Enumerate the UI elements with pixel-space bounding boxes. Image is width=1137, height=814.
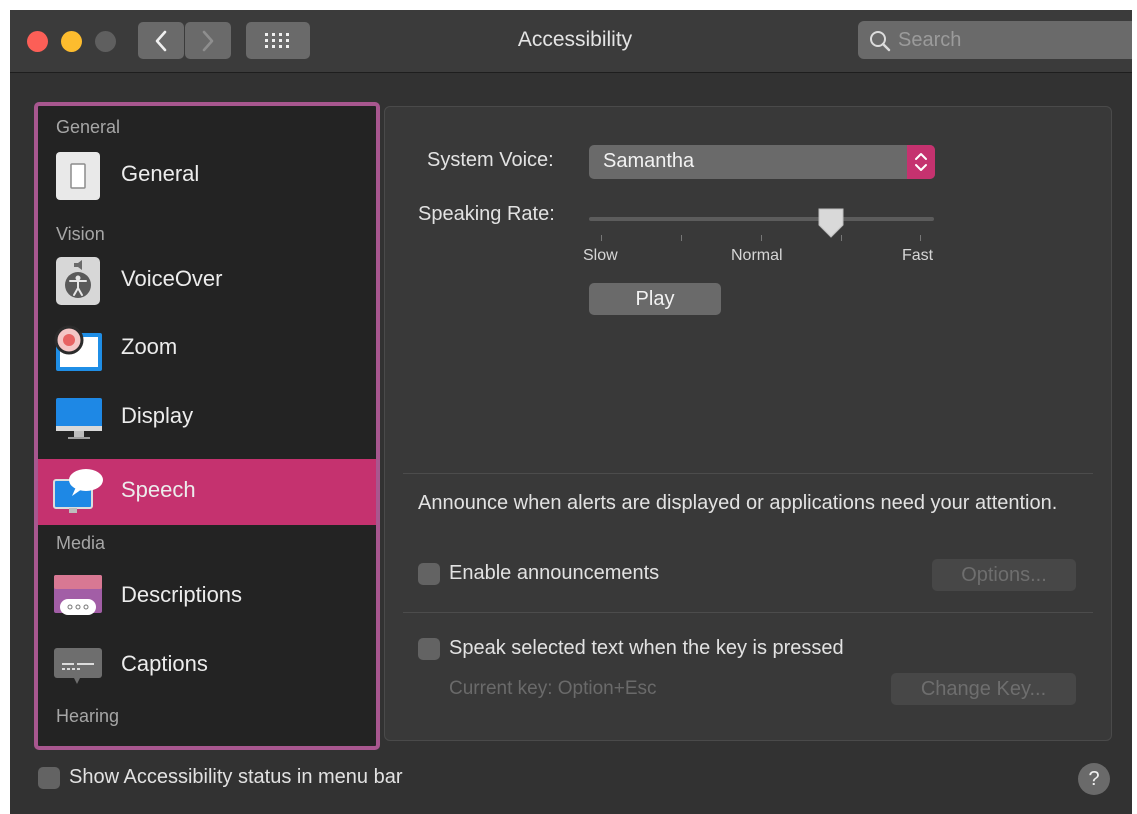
section-label-vision: Vision: [56, 224, 105, 244]
sidebar-item-speech[interactable]: Speech: [38, 459, 376, 525]
slider-tick: [601, 235, 602, 241]
sidebar-item-zoom[interactable]: Zoom: [38, 316, 376, 382]
show-all-button[interactable]: [246, 22, 310, 59]
separator: [403, 473, 1093, 474]
popup-arrows-icon: [907, 145, 935, 179]
preferences-window: Accessibility Search General General Vis…: [10, 10, 1132, 814]
speaking-rate-label: Speaking Rate:: [418, 203, 555, 225]
section-label-media: Media: [56, 533, 106, 553]
sidebar-item-captions[interactable]: Captions: [38, 633, 376, 699]
sidebar-item-label: General: [121, 161, 200, 186]
chevron-right-icon: [202, 30, 214, 51]
zoom-window-button[interactable]: [95, 31, 116, 52]
section-label-general: General: [56, 117, 121, 137]
system-voice-popup[interactable]: Samantha: [589, 145, 935, 179]
play-button[interactable]: Play: [589, 283, 721, 315]
rate-fast-label: Fast: [902, 247, 934, 264]
search-placeholder: Search: [898, 29, 962, 51]
rate-slow-label: Slow: [583, 247, 618, 264]
sidebar-item-general[interactable]: General: [38, 143, 376, 209]
slider-tick: [681, 235, 682, 241]
current-key-label: Current key: Option+Esc: [449, 678, 657, 699]
speech-settings-pane: System Voice: Samantha Speaking Rate: Sl…: [384, 106, 1112, 741]
sidebar-item-descriptions[interactable]: Descriptions: [38, 564, 376, 630]
speech-icon: [53, 469, 103, 513]
window-title: Accessibility: [517, 28, 633, 51]
zoom-icon: [54, 325, 102, 371]
announce-description: Announce when alerts are displayed or ap…: [418, 492, 1058, 514]
show-status-in-menu-bar-checkbox[interactable]: [38, 767, 60, 789]
grid-icon: [265, 32, 289, 48]
section-label-hearing: Hearing: [56, 706, 120, 726]
speak-selected-text-label: Speak selected text when the key is pres…: [449, 637, 844, 659]
sidebar-item-label: Display: [121, 403, 194, 428]
help-button[interactable]: ?: [1078, 763, 1110, 795]
category-sidebar[interactable]: General General Vision VoiceOver Zoom Di…: [34, 102, 380, 750]
show-status-in-menu-bar-label: Show Accessibility status in menu bar: [69, 766, 403, 788]
sidebar-item-label: Captions: [121, 651, 208, 676]
chevron-left-icon: [155, 30, 167, 51]
switch-icon: [56, 152, 100, 200]
enable-announcements-checkbox[interactable]: [418, 563, 440, 585]
options-button[interactable]: Options...: [932, 559, 1076, 591]
separator: [403, 612, 1093, 613]
search-icon: [870, 31, 891, 52]
voiceover-icon: [56, 257, 100, 305]
minimize-window-button[interactable]: [61, 31, 82, 52]
sidebar-item-label: Zoom: [121, 334, 178, 359]
speak-selected-text-checkbox[interactable]: [418, 638, 440, 660]
back-button[interactable]: [138, 22, 184, 59]
captions-icon: [54, 648, 102, 684]
sidebar-item-label: Speech: [121, 477, 196, 502]
slider-tick: [841, 235, 842, 241]
close-window-button[interactable]: [27, 31, 48, 52]
rate-normal-label: Normal: [731, 247, 783, 264]
sidebar-item-voiceover[interactable]: VoiceOver: [38, 248, 376, 314]
sidebar-item-display[interactable]: Display: [38, 385, 376, 451]
change-key-button[interactable]: Change Key...: [891, 673, 1076, 705]
system-voice-label: System Voice:: [427, 149, 554, 171]
sidebar-item-label: VoiceOver: [121, 266, 223, 291]
slider-tick: [920, 235, 921, 241]
slider-tick: [761, 235, 762, 241]
sidebar-item-label: Descriptions: [121, 582, 243, 607]
forward-button[interactable]: [185, 22, 231, 59]
display-icon: [56, 398, 102, 439]
search-field[interactable]: Search: [858, 21, 1132, 59]
system-voice-value: Samantha: [603, 150, 695, 172]
descriptions-icon: [54, 575, 102, 615]
speaking-rate-slider[interactable]: [589, 217, 934, 221]
title-bar: Accessibility Search: [10, 10, 1132, 73]
enable-announcements-label: Enable announcements: [449, 562, 660, 584]
